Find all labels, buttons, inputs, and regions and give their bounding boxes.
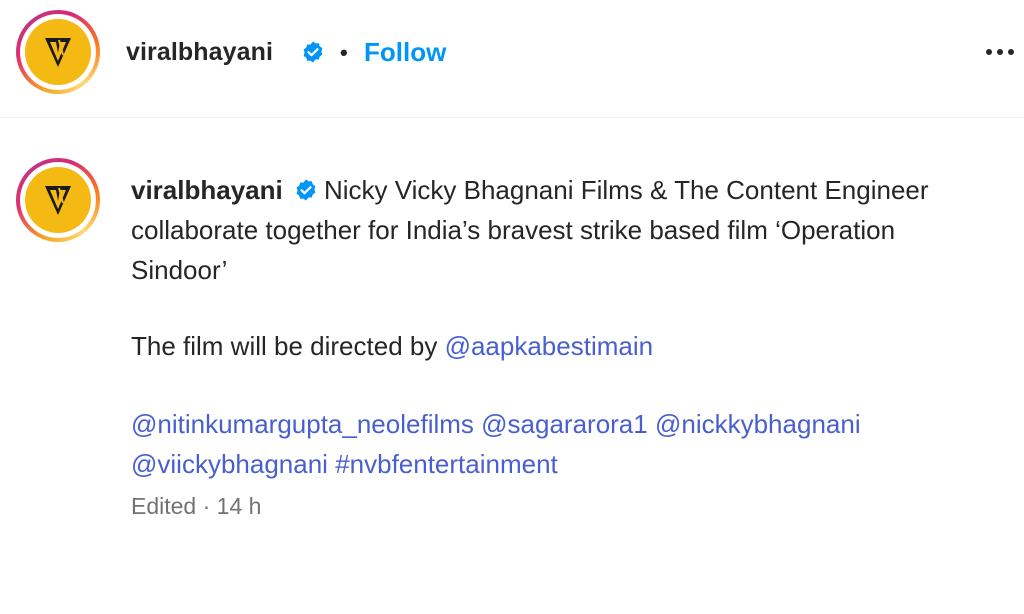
caption-director-line: The film will be directed by @aapkabesti… xyxy=(131,326,1024,366)
viral-bhayani-logo xyxy=(25,19,91,85)
caption-avatar[interactable] xyxy=(16,158,100,242)
caption-line-1: viralbhayani Nicky Vicky Bhagnani Films … xyxy=(131,170,1024,210)
caption-block: viralbhayani Nicky Vicky Bhagnani Films … xyxy=(0,118,1024,614)
follow-button[interactable]: Follow xyxy=(364,37,446,68)
post-header: viralbhayani • Follow xyxy=(0,0,1024,118)
caption-line-2: collaborate together for India’s bravest… xyxy=(131,215,896,245)
directed-by-text: The film will be directed by xyxy=(131,331,445,361)
caption-body-line-1: Nicky Vicky Bhagnani Films & The Content… xyxy=(323,175,929,205)
caption-line-3: Sindoor’ xyxy=(131,255,228,285)
more-dot xyxy=(986,49,992,55)
mention-link[interactable]: @nitinkumargupta_neolefilms xyxy=(131,409,474,439)
more-options-icon[interactable] xyxy=(980,40,1020,64)
caption-text: viralbhayani Nicky Vicky Bhagnani Films … xyxy=(131,170,1024,484)
caption-tags-line-2: @viickybhagnani #nvbfentertainment xyxy=(131,444,1024,484)
verified-badge-icon xyxy=(303,41,323,63)
username[interactable]: viralbhayani xyxy=(126,38,273,67)
director-mention-link[interactable]: @aapkabestimain xyxy=(445,331,654,361)
more-dot xyxy=(997,49,1003,55)
viral-bhayani-logo xyxy=(25,167,91,233)
separator-dot: • xyxy=(340,40,348,65)
caption-tags-line-1: @nitinkumargupta_neolefilms @sagararora1… xyxy=(131,404,1024,444)
verified-badge-icon xyxy=(296,179,316,201)
caption-username[interactable]: viralbhayani xyxy=(131,175,283,205)
avatar[interactable] xyxy=(16,10,100,94)
mention-link[interactable]: @nickkybhagnani xyxy=(655,409,861,439)
mention-link[interactable]: @sagararora1 xyxy=(481,409,648,439)
post-meta-timestamp: Edited · 14 h xyxy=(131,493,262,519)
hashtag-link[interactable]: #nvbfentertainment xyxy=(335,449,558,479)
more-dot xyxy=(1008,49,1014,55)
mention-link[interactable]: @viickybhagnani xyxy=(131,449,328,479)
